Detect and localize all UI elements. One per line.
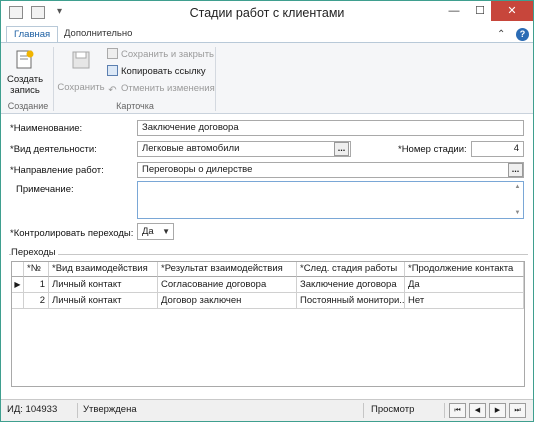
copy-link-icon	[107, 65, 118, 76]
cell-result[interactable]: Договор заключен	[158, 293, 297, 309]
tab-additional[interactable]: Дополнительно	[57, 26, 139, 43]
close-button[interactable]: ✕	[491, 1, 533, 21]
name-label: *Наименование:	[10, 123, 83, 134]
direction-label: *Направление работ:	[10, 165, 104, 176]
col-continue-header[interactable]: *Продолжение контакта	[405, 262, 524, 277]
cell-continue[interactable]: Да	[405, 277, 524, 293]
row-indicator	[12, 293, 24, 309]
cell-continue[interactable]: Нет	[405, 293, 524, 309]
save-icon	[72, 51, 90, 69]
name-field[interactable]: Заключение договора	[137, 120, 524, 136]
mode-indicator: Просмотр	[371, 404, 415, 415]
title-bar: ▾ Стадии работ с клиентами — ☐ ✕	[1, 1, 533, 26]
undo-changes-button[interactable]: ↶ Отменить изменения	[107, 82, 215, 96]
copy-link-label: Копировать ссылку	[121, 66, 206, 77]
copy-link-button[interactable]: Копировать ссылку	[107, 65, 206, 79]
minimize-button[interactable]: —	[441, 1, 467, 21]
ribbon-tabs: Главная Дополнительно	[1, 26, 533, 43]
save-button[interactable]: Сохранить	[57, 49, 105, 93]
status-separator	[77, 403, 78, 418]
status-bar: ИД: 104933 Утверждена Просмотр ⏮ ◀ ▶ ⏭	[1, 399, 533, 421]
note-label: Примечание:	[16, 184, 74, 195]
cell-next-stage[interactable]: Заключение договора	[297, 277, 405, 293]
first-record-button[interactable]: ⏮	[449, 403, 466, 418]
save-label: Сохранить	[57, 82, 105, 93]
status-separator	[363, 403, 364, 418]
row-indicator-icon: ▶	[12, 277, 24, 293]
collapse-ribbon-icon[interactable]: ⌃	[497, 29, 505, 40]
group-card-label: Карточка	[116, 101, 154, 111]
scroll-down-icon[interactable]: ▼	[513, 210, 522, 216]
transitions-grid[interactable]: *№ *Вид взаимодействия *Результат взаимо…	[11, 261, 525, 387]
control-transitions-label: *Контролировать переходы:	[10, 228, 134, 239]
stage-number-label: *Номер стадии:	[398, 144, 467, 155]
create-record-label: Создать запись	[7, 74, 44, 96]
next-record-button[interactable]: ▶	[489, 403, 506, 418]
scroll-up-icon[interactable]: ▲	[513, 184, 522, 190]
tab-home[interactable]: Главная	[6, 26, 59, 43]
group-separator	[53, 47, 54, 111]
help-icon[interactable]: ?	[516, 28, 529, 41]
transitions-legend: Переходы	[11, 247, 58, 258]
save-and-close-button[interactable]: Сохранить и закрыть	[107, 48, 214, 62]
record-id: ИД: 104933	[7, 404, 58, 415]
save-close-label: Сохранить и закрыть	[121, 49, 215, 60]
activity-select-button[interactable]: ...	[334, 142, 349, 156]
save-close-icon	[107, 48, 118, 59]
direction-select-button[interactable]: ...	[508, 163, 523, 177]
prev-record-button[interactable]: ◀	[469, 403, 486, 418]
ribbon: Создать запись Создание Сохранить Сохран…	[1, 42, 533, 114]
new-record-icon	[16, 50, 34, 69]
record-state: Утверждена	[83, 404, 137, 415]
direction-field[interactable]: Переговоры о дилерстве	[137, 162, 524, 178]
create-record-button[interactable]: Создать запись	[7, 49, 43, 96]
cell-next-stage[interactable]: Постоянный монитори...	[297, 293, 405, 309]
activity-field[interactable]: Легковые автомобили	[137, 141, 351, 157]
col-result-header[interactable]: *Результат взаимодействия	[158, 262, 297, 277]
status-separator	[444, 403, 445, 418]
last-record-button[interactable]: ⏭	[509, 403, 526, 418]
undo-changes-label: Отменить изменения	[121, 83, 215, 94]
activity-label: *Вид деятельности:	[10, 144, 97, 155]
control-transitions-value: Да	[142, 226, 154, 237]
group-create-label: Создание	[7, 101, 49, 111]
stage-number-field[interactable]: 4	[471, 141, 524, 157]
cell-type[interactable]: Личный контакт	[49, 293, 158, 309]
cell-type[interactable]: Личный контакт	[49, 277, 158, 293]
col-number-header[interactable]: *№	[24, 262, 49, 277]
cell-number[interactable]: 2	[24, 293, 49, 309]
cell-result[interactable]: Согласование договора	[158, 277, 297, 293]
undo-icon: ↶	[108, 85, 117, 96]
col-type-header[interactable]: *Вид взаимодействия	[49, 262, 158, 277]
grid-corner	[12, 262, 24, 277]
control-transitions-select[interactable]: Да ▼	[137, 223, 174, 240]
maximize-button[interactable]: ☐	[467, 1, 493, 21]
note-field[interactable]: ▲ ▼	[137, 181, 524, 219]
cell-number[interactable]: 1	[24, 277, 49, 293]
main-window: ▾ Стадии работ с клиентами — ☐ ✕ Главная…	[0, 0, 534, 422]
chevron-down-icon: ▼	[162, 227, 170, 236]
col-next-stage-header[interactable]: *След. стадия работы	[297, 262, 405, 277]
group-separator	[215, 47, 216, 111]
